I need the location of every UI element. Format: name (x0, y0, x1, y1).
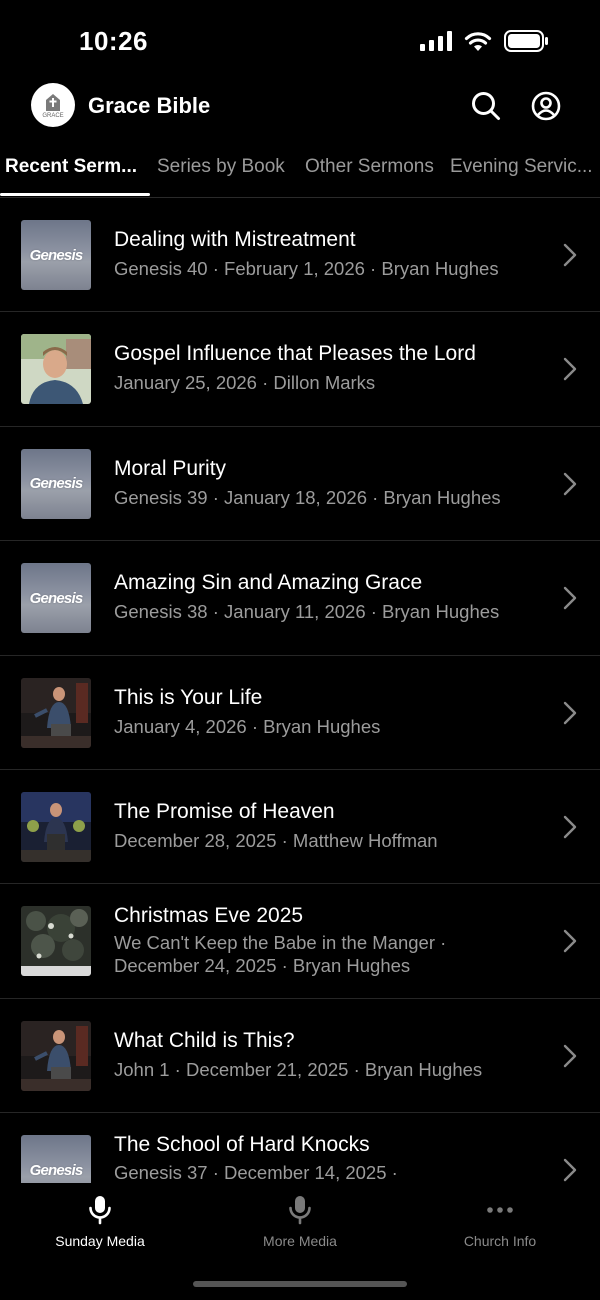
sermon-title: The School of Hard Knocks (114, 1133, 370, 1157)
sermon-thumbnail: Genesis (21, 1135, 91, 1183)
sermon-subtitle: We Can't Keep the Babe in the Manger · (114, 932, 447, 954)
chevron-right-icon (563, 243, 577, 267)
chevron-right-icon (563, 815, 577, 839)
sermon-title: Dealing with Mistreatment (114, 228, 356, 251)
sermon-details: We Can't Keep the Babe in the Manger · D… (114, 931, 446, 977)
nav-label: Sunday Media (55, 1233, 145, 1249)
church-cross-icon (46, 93, 60, 111)
sermon-details: December 28, 2025 · Matthew Hoffman (114, 829, 438, 851)
nav-label: More Media (263, 1233, 337, 1249)
sermon-details: Genesis 38 · January 11, 2026 · Bryan Hu… (114, 601, 500, 623)
sermon-title: Christmas Eve 2025 (114, 904, 304, 928)
thumbnail-text: Genesis (29, 246, 84, 264)
sermon-row[interactable]: Christmas Eve 2025 We Can't Keep the Bab… (0, 884, 600, 999)
chevron-right-icon (563, 701, 577, 724)
microphone-icon (289, 1196, 311, 1225)
chevron-right-icon (563, 586, 577, 610)
sermon-details: John 1 · December 21, 2025 · Bryan Hughe… (114, 1058, 483, 1080)
battery-icon (504, 30, 548, 52)
sermon-thumbnail (21, 791, 91, 862)
logo-text: GRACE (42, 112, 64, 119)
sermon-thumbnail (21, 677, 91, 748)
category-tabs: Recent Serm... Series by Book Other Serm… (0, 148, 600, 198)
chevron-right-icon (563, 1158, 577, 1182)
home-indicator[interactable] (193, 1281, 407, 1287)
search-button[interactable] (470, 90, 502, 122)
sermon-title: Moral Purity (114, 456, 227, 480)
sermon-row[interactable]: Gospel Influence that Pleases the Lord J… (0, 312, 600, 427)
sermon-row[interactable]: Genesis Amazing Sin and Amazing Grace Ge… (0, 541, 600, 656)
pulpit-speaker-image (21, 791, 91, 862)
chevron-right-icon (563, 472, 577, 495)
pulpit-speaker-image (21, 1020, 91, 1091)
more-icon (487, 1207, 513, 1213)
bottom-tab-bar: Sunday Media More Media Church Info (0, 1183, 600, 1300)
sermon-title: Gospel Influence that Pleases the Lord (114, 342, 476, 366)
sermon-thumbnail: Genesis (21, 220, 91, 290)
sermon-thumbnail (21, 1020, 91, 1091)
sermon-thumbnail: Genesis (21, 448, 91, 519)
cellular-signal-icon (420, 31, 452, 51)
speaker-portrait-image (21, 334, 91, 405)
search-icon (472, 92, 500, 120)
sermon-title: What Child is This? (114, 1028, 295, 1052)
sermon-row[interactable]: What Child is This? John 1 · December 21… (0, 999, 600, 1114)
sermon-list: Genesis Dealing with Mistreatment Genesi… (0, 198, 600, 1183)
status-time: 10:26 (79, 26, 148, 56)
pulpit-speaker-image (21, 677, 91, 748)
chevron-right-icon (563, 930, 577, 953)
thumbnail-text: Genesis (29, 589, 84, 607)
status-bar: 10:26 (0, 0, 600, 80)
sermon-details: Genesis 39 · January 18, 2026 · Bryan Hu… (114, 486, 501, 508)
status-icons (420, 30, 548, 52)
user-account-icon (531, 91, 561, 121)
nav-sunday-media[interactable]: Sunday Media (0, 1195, 200, 1249)
tab-other-sermons[interactable]: Other Sermons (305, 156, 434, 178)
chevron-right-icon (563, 1044, 577, 1067)
church-logo[interactable]: GRACE (31, 83, 75, 127)
sermon-details: Genesis 37 · December 14, 2025 · (114, 1162, 398, 1183)
app-title: Grace Bible (88, 93, 211, 118)
tab-recent-sermons[interactable]: Recent Serm... (5, 156, 137, 178)
chevron-right-icon (563, 358, 577, 381)
thumbnail-text: Genesis (29, 1161, 84, 1179)
thumbnail-text: Genesis (29, 475, 84, 493)
account-button[interactable] (530, 90, 562, 122)
tab-evening-services[interactable]: Evening Servic... (450, 156, 593, 178)
sermon-row[interactable]: Genesis Moral Purity Genesis 39 · Januar… (0, 427, 600, 542)
sermon-details: January 25, 2026 · Dillon Marks (114, 372, 376, 394)
sermon-details: January 4, 2026 · Bryan Hughes (114, 715, 381, 737)
sermon-thumbnail (21, 906, 91, 977)
app-header: GRACE Grace Bible (0, 80, 600, 136)
sermon-thumbnail: Genesis (21, 563, 91, 634)
nav-more-media[interactable]: More Media (200, 1195, 400, 1249)
sermon-row[interactable]: This is Your Life January 4, 2026 · Brya… (0, 656, 600, 770)
sermon-details: Genesis 40 · February 1, 2026 · Bryan Hu… (114, 258, 499, 279)
sermon-row[interactable]: Genesis The School of Hard Knocks Genesi… (0, 1113, 600, 1183)
nav-label: Church Info (463, 1233, 537, 1249)
tab-series-by-book[interactable]: Series by Book (157, 156, 285, 178)
sermon-title: This is Your Life (114, 685, 263, 709)
christmas-tree-image (21, 906, 91, 977)
sermon-date-speaker: December 24, 2025 · Bryan Hughes (114, 955, 411, 977)
sermon-title: The Promise of Heaven (114, 799, 335, 823)
sermon-row[interactable]: The Promise of Heaven December 28, 2025 … (0, 770, 600, 885)
active-tab-indicator (0, 193, 150, 196)
microphone-icon (89, 1196, 111, 1225)
wifi-icon (464, 31, 492, 51)
sermon-row[interactable]: Genesis Dealing with Mistreatment Genesi… (0, 198, 600, 313)
nav-church-info[interactable]: Church Info (400, 1195, 600, 1249)
sermon-thumbnail (21, 334, 91, 405)
sermon-title: Amazing Sin and Amazing Grace (114, 571, 423, 595)
